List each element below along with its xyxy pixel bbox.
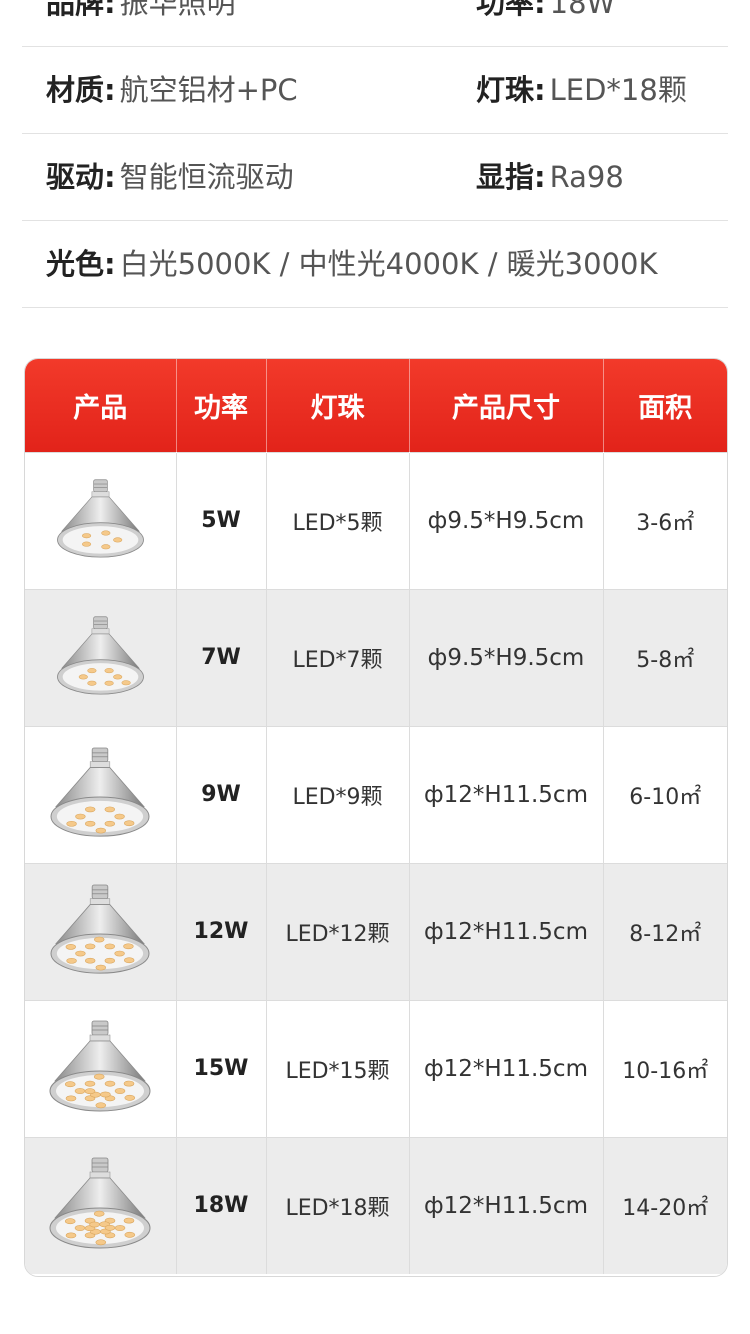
led-bulb-image xyxy=(49,1020,151,1111)
spec-row: 光色: 白光5000K / 中性光4000K / 暖光3000K xyxy=(22,221,728,308)
spec-list: 品牌: 振华照明 功率: 18W 材质: 航空铝材+PC 灯珠: LED*18颗 驱动:… xyxy=(22,0,728,308)
table-row: 12W LED*12颗 ф12*H11.5cm 8-12㎡ xyxy=(25,862,727,1000)
spec-value: 航空铝材+PC xyxy=(119,73,298,107)
spec-value: 白光5000K / 中性光4000K / 暖光3000K xyxy=(119,247,658,281)
header-leds: 灯珠 xyxy=(266,359,410,452)
led-bulb-image xyxy=(49,1157,151,1249)
spec-item-driver: 驱动: 智能恒流驱动 xyxy=(46,134,294,220)
spec-colon: : xyxy=(534,160,546,194)
spec-key: 材质 xyxy=(46,73,105,107)
spec-item-light-color: 光色: 白光5000K / 中性光4000K / 暖光3000K xyxy=(46,221,658,307)
product-table-grid: 产品 功率 灯珠 产品尺寸 面积 5W LED*5颗 ф9.5*H9.5cm 3-6㎡… xyxy=(25,359,727,1274)
cell-area: 8-12㎡ xyxy=(603,862,727,1000)
cell-power: 18W xyxy=(176,1136,267,1274)
cell-area: 10-16㎡ xyxy=(603,999,727,1137)
spec-item-brand: 品牌: 振华照明 xyxy=(46,0,236,46)
cell-power: 12W xyxy=(176,862,267,1000)
spec-value: 智能恒流驱动 xyxy=(119,160,294,194)
spec-colon: : xyxy=(534,0,546,20)
cell-size: ф9.5*H9.5cm xyxy=(409,451,604,589)
cell-area: 5-8㎡ xyxy=(603,588,727,726)
spec-colon: : xyxy=(104,247,116,281)
cell-area: 6-10㎡ xyxy=(603,725,727,863)
product-image-cell xyxy=(25,451,177,589)
cell-size: ф12*H11.5cm xyxy=(409,725,604,863)
spec-value: Ra98 xyxy=(549,160,624,194)
product-table: 产品 功率 灯珠 产品尺寸 面积 5W LED*5颗 ф9.5*H9.5cm 3-6㎡… xyxy=(24,358,728,1277)
cell-power: 9W xyxy=(176,725,267,863)
cell-size: ф12*H11.5cm xyxy=(409,862,604,1000)
led-bulb-image xyxy=(56,478,144,558)
table-row: 5W LED*5颗 ф9.5*H9.5cm 3-6㎡ xyxy=(25,451,727,589)
cell-leds: LED*18颗 xyxy=(266,1136,410,1274)
cell-power: 15W xyxy=(176,999,267,1137)
cell-leds: LED*7颗 xyxy=(266,588,410,726)
header-product: 产品 xyxy=(25,359,177,452)
spec-key: 功率 xyxy=(476,0,535,20)
cell-power: 7W xyxy=(176,588,267,726)
spec-colon: : xyxy=(104,0,116,20)
cell-size: ф12*H11.5cm xyxy=(409,999,604,1137)
spec-value: LED*18颗 xyxy=(549,73,687,107)
spec-row: 驱动: 智能恒流驱动 显指: Ra98 xyxy=(22,134,728,221)
spec-key: 品牌 xyxy=(46,0,105,20)
product-image-cell xyxy=(25,999,177,1137)
product-image-cell xyxy=(25,588,177,726)
spec-colon: : xyxy=(534,73,546,107)
product-image-cell xyxy=(25,1136,177,1274)
cell-area: 14-20㎡ xyxy=(603,1136,727,1274)
cell-size: ф9.5*H9.5cm xyxy=(409,588,604,726)
product-image-cell xyxy=(25,725,177,863)
spec-key: 灯珠 xyxy=(476,73,535,107)
cell-leds: LED*5颗 xyxy=(266,451,410,589)
led-bulb-image xyxy=(50,747,150,837)
spec-row: 材质: 航空铝材+PC 灯珠: LED*18颗 xyxy=(22,47,728,134)
spec-colon: : xyxy=(104,73,116,107)
header-power: 功率 xyxy=(176,359,267,452)
cell-leds: LED*15颗 xyxy=(266,999,410,1137)
spec-item-material: 材质: 航空铝材+PC xyxy=(46,47,298,133)
cell-size: ф12*H11.5cm xyxy=(409,1136,604,1274)
header-area: 面积 xyxy=(638,392,693,424)
cell-power: 5W xyxy=(176,451,267,589)
cell-leds: LED*12颗 xyxy=(266,862,410,1000)
table-row: 9W LED*9颗 ф12*H11.5cm 6-10㎡ xyxy=(25,725,727,863)
led-bulb-image xyxy=(56,615,144,695)
spec-value: 18W xyxy=(549,0,616,20)
spec-key: 光色 xyxy=(46,247,105,281)
spec-item-leds: 灯珠: LED*18颗 xyxy=(476,47,687,133)
spec-colon: : xyxy=(104,160,116,194)
spec-value: 振华照明 xyxy=(119,0,236,20)
table-header-row: 产品 功率 灯珠 产品尺寸 面积 xyxy=(25,359,727,452)
product-image-cell xyxy=(25,862,177,1000)
cell-leds: LED*9颗 xyxy=(266,725,410,863)
header-size: 产品尺寸 xyxy=(409,359,604,452)
table-row: 18W LED*18颗 ф12*H11.5cm 14-20㎡ xyxy=(25,1136,727,1274)
spec-key: 显指 xyxy=(476,160,535,194)
spec-key: 驱动 xyxy=(46,160,105,194)
table-row: 15W LED*15颗 ф12*H11.5cm 10-16㎡ xyxy=(25,999,727,1137)
led-bulb-image xyxy=(50,884,150,974)
cell-area: 3-6㎡ xyxy=(603,451,727,589)
spec-item-power: 功率: 18W xyxy=(476,0,615,46)
spec-row: 品牌: 振华照明 功率: 18W xyxy=(22,0,728,47)
table-row: 7W LED*7颗 ф9.5*H9.5cm 5-8㎡ xyxy=(25,588,727,726)
spec-item-cri: 显指: Ra98 xyxy=(476,134,624,220)
